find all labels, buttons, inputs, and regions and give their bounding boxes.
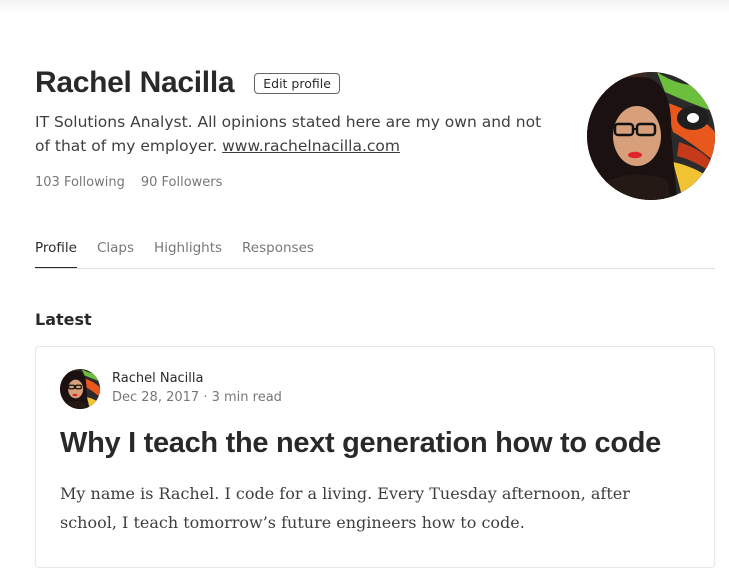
meta-separator: · xyxy=(199,390,212,405)
tab-highlights[interactable]: Highlights xyxy=(154,240,222,268)
follow-stats: 103 Following 90 Followers xyxy=(35,175,222,190)
following-count[interactable]: 103 Following xyxy=(35,175,125,190)
post-title[interactable]: Why I teach the next generation how to c… xyxy=(60,427,700,460)
post-excerpt[interactable]: My name is Rachel. I code for a living. … xyxy=(60,479,680,537)
followers-count[interactable]: 90 Followers xyxy=(141,175,223,190)
edit-profile-button[interactable]: Edit profile xyxy=(254,72,340,94)
post-card[interactable]: Rachel Nacilla Dec 28, 2017 · 3 min read… xyxy=(35,346,715,568)
latest-heading: Latest xyxy=(35,310,92,329)
post-date[interactable]: Dec 28, 2017 xyxy=(112,390,199,405)
post-read-time: 3 min read xyxy=(211,390,282,405)
profile-tabs: Profile Claps Highlights Responses xyxy=(35,240,715,269)
website-link[interactable]: www.rachelnacilla.com xyxy=(222,137,400,155)
post-author-row: Rachel Nacilla Dec 28, 2017 · 3 min read xyxy=(60,369,282,409)
profile-header: Rachel Nacilla Edit profile xyxy=(35,66,340,100)
tab-claps[interactable]: Claps xyxy=(97,240,134,268)
post-author-name[interactable]: Rachel Nacilla xyxy=(112,370,282,388)
profile-page: Rachel Nacilla Edit profile IT Solutions… xyxy=(35,0,715,568)
post-meta: Dec 28, 2017 · 3 min read xyxy=(112,388,282,408)
profile-bio: IT Solutions Analyst. All opinions state… xyxy=(35,110,555,158)
tab-profile[interactable]: Profile xyxy=(35,240,77,268)
author-avatar[interactable] xyxy=(60,369,100,409)
profile-photo-image xyxy=(587,72,715,200)
tab-responses[interactable]: Responses xyxy=(242,240,314,268)
profile-name: Rachel Nacilla xyxy=(35,66,235,99)
profile-avatar[interactable] xyxy=(587,72,715,200)
post-author-meta: Rachel Nacilla Dec 28, 2017 · 3 min read xyxy=(112,370,282,408)
author-photo-image xyxy=(60,369,100,409)
